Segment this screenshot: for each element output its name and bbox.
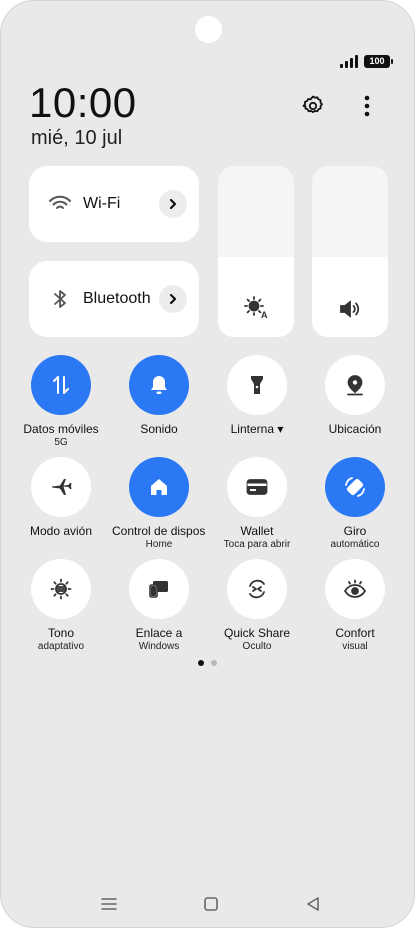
settings-gear-icon[interactable] <box>298 91 328 121</box>
svg-text:A: A <box>261 310 268 319</box>
quick-setting-ubicacion[interactable]: Ubicación <box>308 355 402 436</box>
brightness-slider[interactable]: A <box>218 166 294 337</box>
airplane-icon <box>50 476 72 498</box>
quick-share-icon <box>246 578 268 600</box>
sun-lines-icon <box>50 578 72 600</box>
giro-label: Giro <box>343 524 367 538</box>
quick-setting-confort[interactable]: Confort visual <box>308 559 402 654</box>
clock: 10:00 <box>29 79 137 126</box>
battery-icon: 100 <box>364 54 393 68</box>
page-dot-1[interactable] <box>198 660 204 666</box>
enlace-sublabel: Windows <box>138 641 180 652</box>
bluetooth-tile[interactable]: Bluetooth <box>29 261 199 337</box>
wallet-sublabel: Toca para abrir <box>223 539 291 550</box>
home-icon <box>149 477 169 497</box>
giro-sublabel: automático <box>330 539 380 550</box>
volume-slider[interactable] <box>312 166 388 337</box>
sonido-toggle-button[interactable] <box>129 355 189 415</box>
wifi-tile[interactable]: Wi-Fi <box>29 166 199 242</box>
camera-cutout <box>195 16 222 43</box>
quick-setting-enlace[interactable]: Enlace a Windows <box>112 559 206 654</box>
quickshare-label: Quick Share <box>223 626 291 640</box>
quick-setting-linterna[interactable]: Linterna ▾ <box>210 355 304 436</box>
signal-icon <box>340 54 358 68</box>
flashlight-icon <box>249 374 265 396</box>
bluetooth-label: Bluetooth <box>83 290 151 307</box>
quickshare-sublabel: Oculto <box>242 641 272 652</box>
enlace-label: Enlace a <box>135 626 183 640</box>
auto-brightness-icon: A <box>218 295 294 319</box>
quick-setting-giro[interactable]: Giro automático <box>308 457 402 552</box>
back-nav-icon[interactable] <box>301 893 325 915</box>
confort-toggle-button[interactable] <box>325 559 385 619</box>
sonido-label: Sonido <box>140 422 178 436</box>
quick-setting-avion[interactable]: Modo avión <box>14 457 108 538</box>
date: mié, 10 jul <box>31 127 123 149</box>
linterna-toggle-button[interactable] <box>227 355 287 415</box>
quick-setting-wallet[interactable]: Wallet Toca para abrir <box>210 457 304 552</box>
wifi-icon <box>47 191 73 217</box>
tono-toggle-button[interactable] <box>31 559 91 619</box>
control-sublabel: Home <box>145 539 173 550</box>
quick-settings-panel: 100 10:00 mié, 10 jul Wi-Fi Bluetooth A … <box>0 0 415 928</box>
devices-icon <box>147 578 171 600</box>
data-arrows-icon <box>50 374 72 396</box>
status-bar: 100 <box>340 54 393 68</box>
giro-toggle-button[interactable] <box>325 457 385 517</box>
ubicacion-toggle-button[interactable] <box>325 355 385 415</box>
volume-level-fill <box>312 256 388 337</box>
wifi-expand-chevron-icon[interactable] <box>159 190 187 218</box>
confort-label: Confort <box>335 626 375 640</box>
wallet-label: Wallet <box>240 524 274 538</box>
quick-setting-control[interactable]: Control de dispositivosHome <box>112 457 206 552</box>
confort-sublabel: visual <box>342 641 368 652</box>
quickshare-toggle-button[interactable] <box>227 559 287 619</box>
avion-toggle-button[interactable] <box>31 457 91 517</box>
rotate-icon <box>343 475 367 499</box>
bluetooth-icon <box>47 286 73 312</box>
control-toggle-button[interactable] <box>129 457 189 517</box>
avion-label: Modo avión <box>29 524 93 538</box>
quick-setting-datos[interactable]: Datos móviles 5G <box>14 355 108 450</box>
control-label: Control de dispositivos <box>112 524 206 538</box>
wallet-toggle-button[interactable] <box>227 457 287 517</box>
datos-sublabel: 5G <box>54 437 68 448</box>
card-icon <box>246 478 268 496</box>
enlace-toggle-button[interactable] <box>129 559 189 619</box>
bluetooth-expand-chevron-icon[interactable] <box>159 285 187 313</box>
more-options-icon[interactable] <box>352 91 382 121</box>
quick-setting-quickshare[interactable]: Quick Share Oculto <box>210 559 304 654</box>
quick-setting-sonido[interactable]: Sonido <box>112 355 206 436</box>
speaker-icon <box>312 299 388 319</box>
bell-icon <box>149 374 169 396</box>
quick-setting-tono[interactable]: Tono adaptativo <box>14 559 108 654</box>
tono-sublabel: adaptativo <box>37 641 85 652</box>
page-dot-2[interactable] <box>211 660 217 666</box>
ubicacion-label: Ubicación <box>328 422 382 436</box>
tono-label: Tono <box>47 626 75 640</box>
linterna-label: Linterna ▾ <box>230 422 284 436</box>
page-indicator <box>198 660 217 666</box>
home-nav-icon[interactable] <box>199 893 223 915</box>
location-pin-icon <box>345 374 365 396</box>
datos-label: Datos móviles <box>23 422 99 436</box>
datos-toggle-button[interactable] <box>31 355 91 415</box>
wifi-label: Wi-Fi <box>83 195 121 212</box>
eye-icon <box>343 579 367 599</box>
recent-apps-icon[interactable] <box>97 893 121 915</box>
